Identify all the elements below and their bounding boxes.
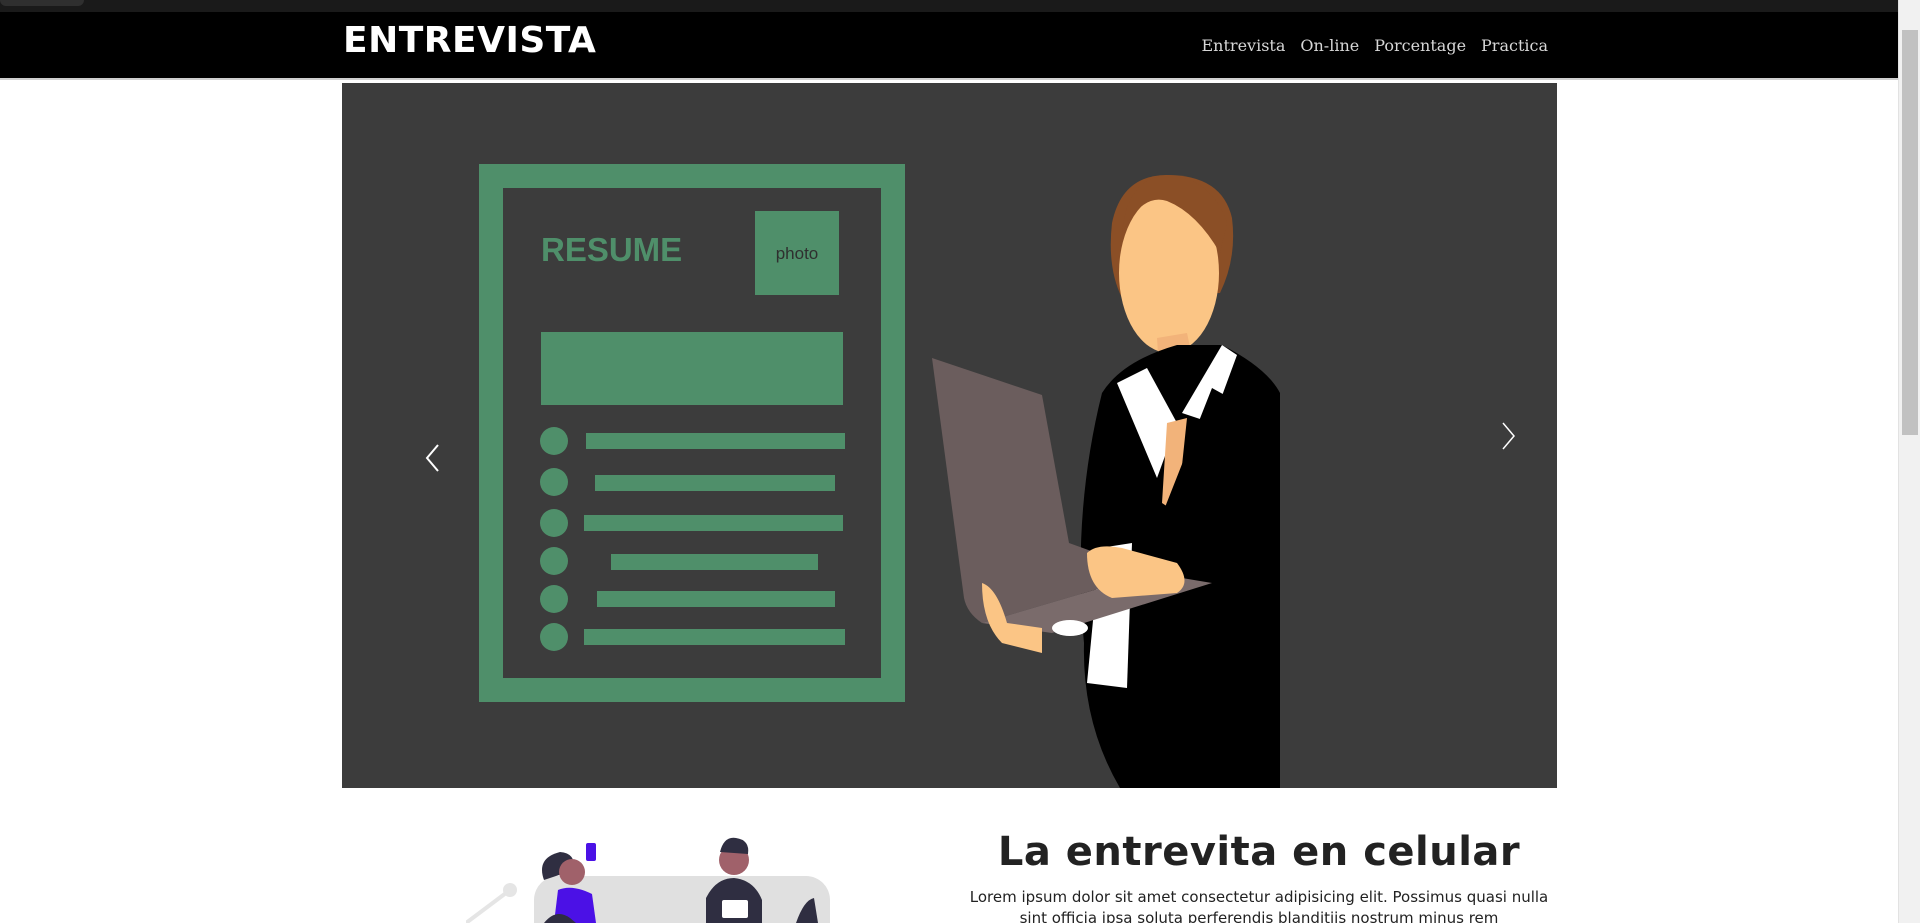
browser-tab-edge <box>0 0 84 6</box>
navbar: ENTREVISTA Entrevista On-line Porcentage… <box>0 12 1898 80</box>
resume-bullet <box>540 509 568 537</box>
businesswoman-illustration <box>932 175 1280 788</box>
nav-link-practica[interactable]: Practica <box>1481 36 1548 55</box>
feature-description: Lorem ipsum dolor sit amet consectetur a… <box>969 888 1549 923</box>
resume-bullet <box>540 547 568 575</box>
resume-bullet <box>540 427 568 455</box>
phone-interview-illustration <box>466 837 830 923</box>
nav-link-online[interactable]: On-line <box>1300 36 1359 55</box>
nav-link-entrevista[interactable]: Entrevista <box>1202 36 1286 55</box>
resume-bullet <box>540 623 568 651</box>
resume-title: RESUME <box>541 231 682 268</box>
chevron-left-icon <box>425 444 439 472</box>
resume-bullet <box>540 468 568 496</box>
resume-line <box>611 554 818 570</box>
hero-carousel: RESUME photo <box>342 83 1557 788</box>
resume-header-block <box>541 332 843 405</box>
chevron-right-icon <box>1502 422 1515 450</box>
resume-line <box>586 433 845 449</box>
resume-line <box>584 629 845 645</box>
resume-line <box>595 475 835 491</box>
resume-bullet <box>540 585 568 613</box>
carousel-prev-button[interactable] <box>342 83 502 788</box>
nav-links: Entrevista On-line Porcentage Practica <box>1202 36 1549 55</box>
resume-photo-label: photo <box>776 244 819 263</box>
nav-link-porcentage[interactable]: Porcentage <box>1374 36 1466 55</box>
browser-top-strip <box>0 0 1898 12</box>
resume-line <box>584 515 843 531</box>
scrollbar-thumb[interactable] <box>1902 30 1918 435</box>
vertical-scrollbar[interactable] <box>1898 0 1920 923</box>
feature-title: La entrevita en celular <box>997 829 1521 875</box>
resume-line <box>597 591 835 607</box>
carousel-next-button[interactable] <box>1397 83 1557 788</box>
carousel-slide-image: RESUME photo <box>479 164 1280 788</box>
brand-logo[interactable]: ENTREVISTA <box>343 20 596 61</box>
